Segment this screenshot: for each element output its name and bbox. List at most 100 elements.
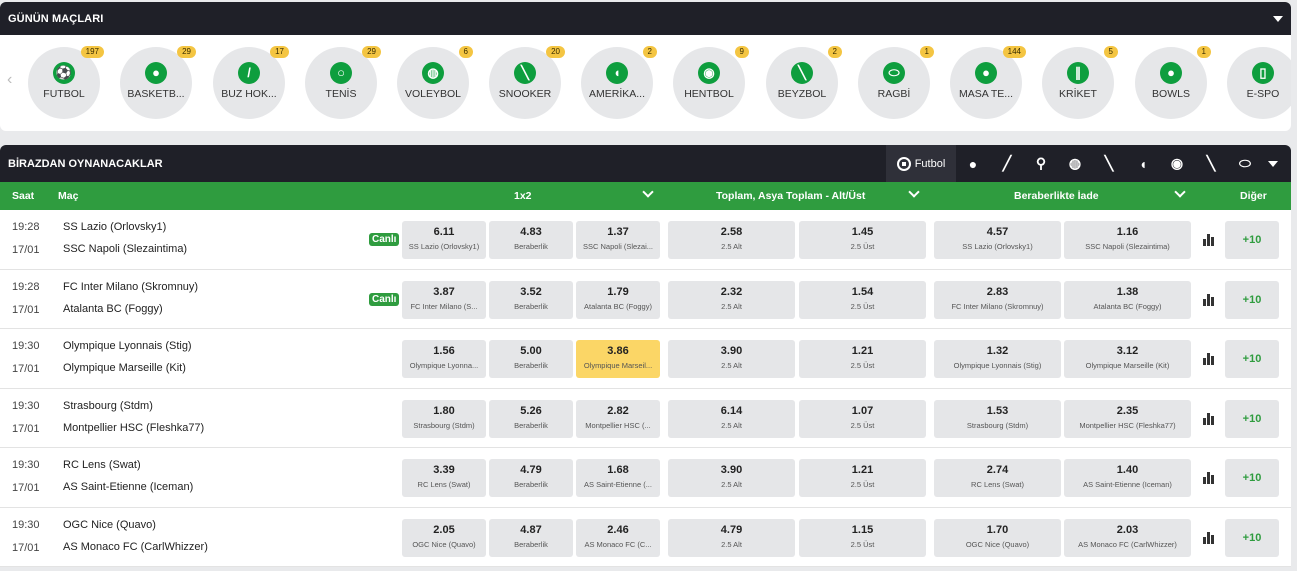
handball-icon[interactable]: ◉ [1160,155,1194,172]
more-markets-button[interactable]: +10 [1225,340,1279,378]
odds-button[interactable]: 4.87 Beraberlik [489,518,573,557]
odds-button[interactable]: 1.54 2.5 Üst [799,280,926,319]
odds-button[interactable]: 2.58 2.5 Alt [668,221,795,259]
odds-button[interactable]: 2.83 FC Inter Milano (Skromnuy) [934,280,1061,319]
sport-item[interactable]: ● BOWLS 1 [1135,46,1211,119]
home-team[interactable]: SS Lazio (Orlovsky1) [63,221,166,233]
home-team[interactable]: FC Inter Milano (Skromnuy) [63,281,198,293]
sport-item[interactable]: ● MASA TE... 144 [950,46,1026,119]
sport-item[interactable]: ◉ HENTBOL 9 [673,46,749,119]
sport-item[interactable]: ∥ KRİKET 5 [1042,46,1118,119]
odds-button[interactable]: 3.52 Beraberlik [489,280,573,319]
odds-button[interactable]: 3.86 Olympique Marseil... [576,340,660,378]
away-team[interactable]: Atalanta BC (Foggy) [63,303,163,315]
odds-button[interactable]: 2.82 Montpellier HSC (... [576,399,660,438]
odds-button[interactable]: 1.37 SSC Napoli (Slezai... [576,221,660,259]
statistics-bar-chart-icon[interactable] [1203,353,1215,365]
odds-button[interactable]: 3.87 FC Inter Milano (S... [402,280,486,319]
odds-button[interactable]: 3.90 2.5 Alt [668,459,795,497]
carousel-prev-arrow-icon[interactable]: ‹ [7,71,12,89]
odds-button[interactable]: 1.38 Atalanta BC (Foggy) [1064,280,1191,319]
odds-button[interactable]: 2.46 AS Monaco FC (C... [576,518,660,557]
tennis-icon[interactable]: ⚲ [1024,155,1058,172]
odds-button[interactable]: 1.56 Olympique Lyonna... [402,340,486,378]
more-markets-button[interactable]: +10 [1225,518,1279,557]
odds-button[interactable]: 1.21 2.5 Üst [799,340,926,378]
sport-item[interactable]: ▯ E-SPO [1227,47,1291,119]
home-team[interactable]: RC Lens (Swat) [63,459,141,471]
away-team[interactable]: AS Monaco FC (CarlWhizzer) [63,541,208,553]
statistics-bar-chart-icon[interactable] [1203,531,1215,544]
sport-item[interactable]: ⚽ FUTBOL 197 [28,46,104,119]
basketball-icon[interactable]: ● [956,156,990,172]
odds-button[interactable]: 4.79 2.5 Alt [668,518,795,557]
statistics-bar-chart-icon[interactable] [1203,472,1215,484]
header-1x2[interactable]: 1x2 [514,190,532,202]
more-markets-button[interactable]: +10 [1225,221,1279,259]
odds-button[interactable]: 1.45 2.5 Üst [799,221,926,259]
odds-button[interactable]: 5.00 Beraberlik [489,340,573,378]
more-markets-button[interactable]: +10 [1225,459,1279,497]
odds-button[interactable]: 2.05 OGC Nice (Quavo) [402,518,486,557]
sport-item[interactable]: ╲ BEYZBOL 2 [766,46,842,119]
home-team[interactable]: OGC Nice (Quavo) [63,519,156,531]
odds-button[interactable]: 2.35 Montpellier HSC (Fleshka77) [1064,399,1191,438]
sport-item[interactable]: ○ TENİS 29 [305,46,381,119]
away-team[interactable]: SSC Napoli (Slezaintima) [63,243,187,255]
chevron-down-icon[interactable] [908,186,920,198]
odds-button[interactable]: 1.79 Atalanta BC (Foggy) [576,280,660,319]
todays-matches-header[interactable]: GÜNÜN MAÇLARI [0,2,1291,35]
odds-button[interactable]: 5.26 Beraberlik [489,399,573,438]
sport-item[interactable]: ◍ VOLEYBOL 6 [397,46,473,119]
away-team[interactable]: AS Saint-Etienne (Iceman) [63,481,193,493]
sport-item[interactable]: ● BASKETB... 29 [120,46,196,119]
statistics-bar-chart-icon[interactable] [1203,293,1215,306]
odds-button[interactable]: 3.12 Olympique Marseille (Kit) [1064,340,1191,378]
odds-button[interactable]: 1.15 2.5 Üst [799,518,926,557]
home-team[interactable]: Olympique Lyonnais (Stig) [63,340,192,352]
odds-button[interactable]: 1.70 OGC Nice (Quavo) [934,518,1061,557]
away-team[interactable]: Olympique Marseille (Kit) [63,362,186,374]
odds-button[interactable]: 1.32 Olympique Lyonnais (Stig) [934,340,1061,378]
filter-tab-futbol[interactable]: Futbol [886,145,956,182]
odds-button[interactable]: 3.90 2.5 Alt [668,340,795,378]
more-sports-caret-icon[interactable] [1268,160,1278,167]
sport-item[interactable]: ╲ SNOOKER 20 [489,46,565,119]
odds-button[interactable]: 2.74 RC Lens (Swat) [934,459,1061,497]
odds-button[interactable]: 1.21 2.5 Üst [799,459,926,497]
odds-button[interactable]: 3.39 RC Lens (Swat) [402,459,486,497]
odds-button[interactable]: 4.57 SS Lazio (Orlovsky1) [934,221,1061,259]
odds-button[interactable]: 1.80 Strasbourg (Stdm) [402,399,486,438]
sport-item[interactable]: ⬭ RAGBİ 1 [858,46,934,119]
statistics-bar-chart-icon[interactable] [1203,412,1215,425]
odds-button[interactable]: 1.68 AS Saint-Etienne (... [576,459,660,497]
odds-button[interactable]: 1.40 AS Saint-Etienne (Iceman) [1064,459,1191,497]
chevron-down-icon[interactable] [642,186,654,198]
collapse-caret-icon[interactable] [1273,15,1283,22]
odds-button[interactable]: 4.79 Beraberlik [489,459,573,497]
odds-button[interactable]: 6.11 SS Lazio (Orlovsky1) [402,221,486,259]
odds-button[interactable]: 2.03 AS Monaco FC (CarlWhizzer) [1064,518,1191,557]
more-markets-button[interactable]: +10 [1225,280,1279,319]
odds-button[interactable]: 1.53 Strasbourg (Stdm) [934,399,1061,438]
sport-item[interactable]: ◖ AMERİKA... 2 [581,46,657,119]
odds-button[interactable]: 1.07 2.5 Üst [799,399,926,438]
home-team[interactable]: Strasbourg (Stdm) [63,400,153,412]
ice-hockey-icon[interactable]: ╱ [990,155,1024,172]
odds-button[interactable]: 6.14 2.5 Alt [668,399,795,438]
odds-button[interactable]: 2.32 2.5 Alt [668,280,795,319]
sport-item[interactable]: / BUZ HOK... 17 [213,46,289,119]
rugby-ball-icon[interactable]: ⬭ [1228,155,1262,172]
statistics-bar-chart-icon[interactable] [1203,234,1215,246]
volleyball-icon[interactable]: ◍ [1058,155,1092,172]
snooker-icon[interactable]: ╲ [1092,155,1126,172]
header-total[interactable]: Toplam, Asya Toplam - Alt/Üst [716,190,865,202]
more-markets-button[interactable]: +10 [1225,399,1279,438]
header-draw-no-bet[interactable]: Beraberlikte İade [1014,190,1099,202]
odds-button[interactable]: 1.16 SSC Napoli (Slezaintima) [1064,221,1191,259]
odds-button[interactable]: 4.83 Beraberlik [489,221,573,259]
chevron-down-icon[interactable] [1174,186,1186,198]
baseball-bat-icon[interactable]: ╲ [1194,155,1228,172]
away-team[interactable]: Montpellier HSC (Fleshka77) [63,422,204,434]
american-football-helmet-icon[interactable]: ◖ [1126,156,1160,172]
